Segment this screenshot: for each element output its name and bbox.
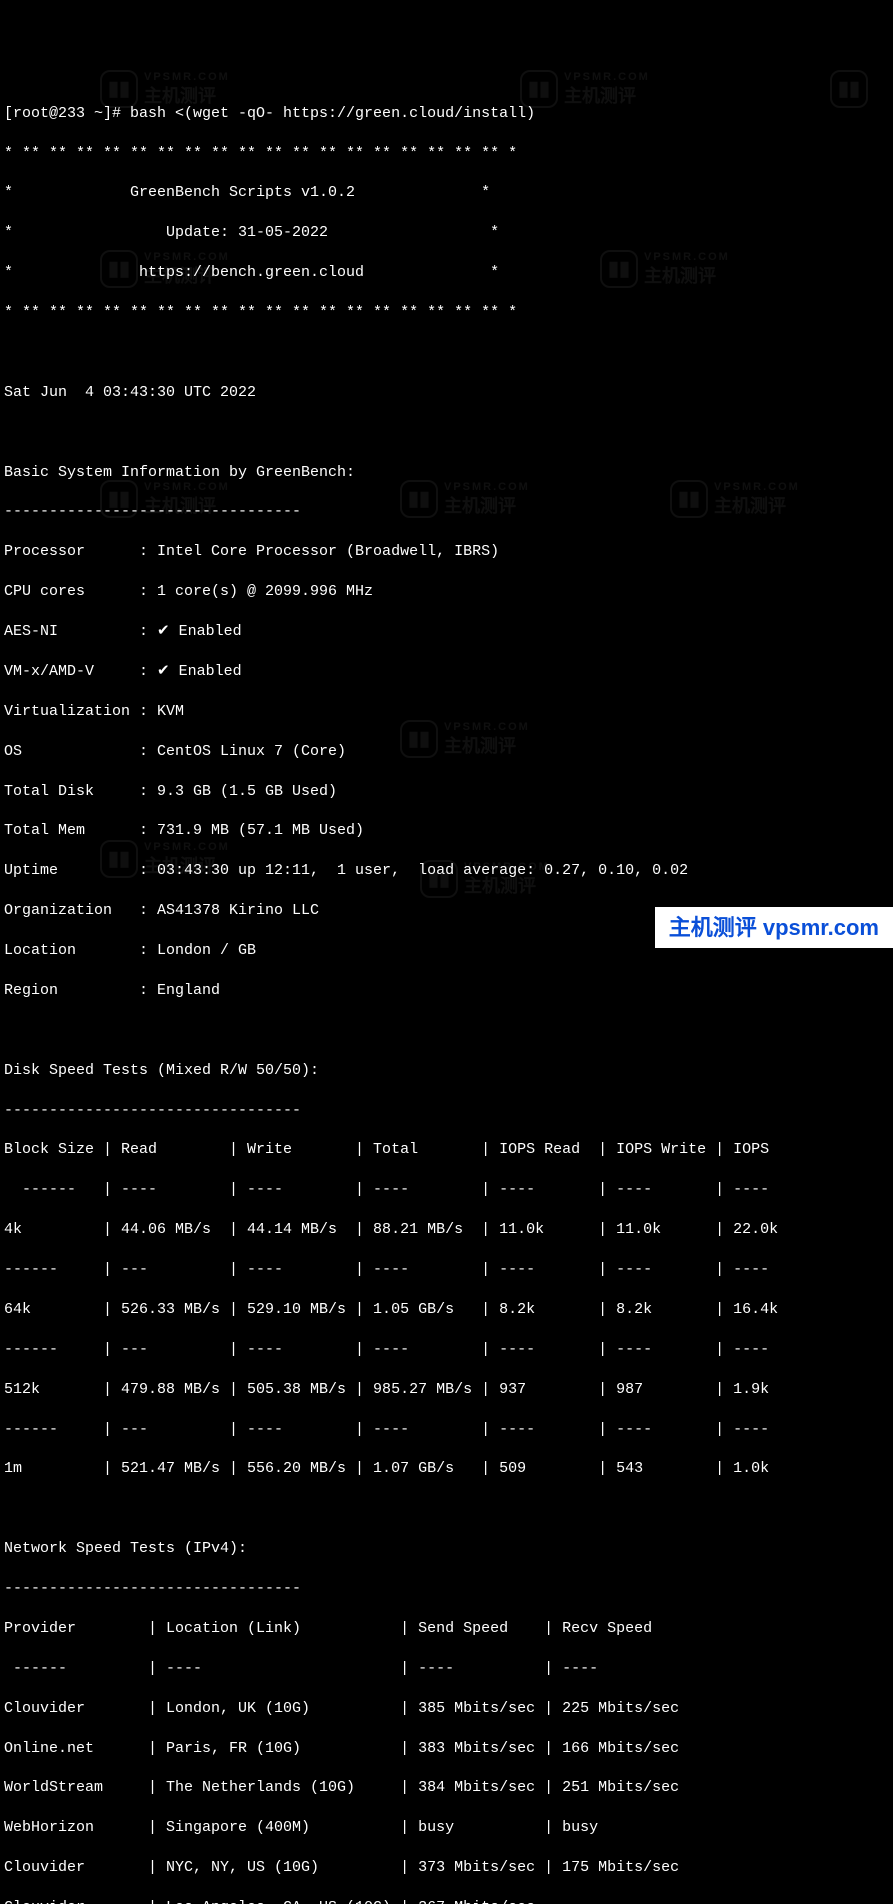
banner-url: * https://bench.green.cloud * [4, 263, 889, 283]
disk-header: Disk Speed Tests (Mixed R/W 50/50): [4, 1061, 889, 1081]
sysinfo-os: OS : CentOS Linux 7 (Core) [4, 742, 889, 762]
net-sep: --------------------------------- [4, 1579, 889, 1599]
disk-columns-sep: ------ | ---- | ---- | ---- | ---- | ---… [4, 1180, 889, 1200]
shell-prompt: [root@233 ~]# bash <(wget -qO- https://g… [4, 104, 889, 124]
source-badge: 主机测评 vpsmr.com [655, 907, 893, 948]
sysinfo-uptime: Uptime : 03:43:30 up 12:11, 1 user, load… [4, 861, 889, 881]
blank-line [4, 423, 889, 443]
net-columns-sep: ------ | ---- | ---- | ---- [4, 1659, 889, 1679]
disk-row-1m: 1m | 521.47 MB/s | 556.20 MB/s | 1.07 GB… [4, 1459, 889, 1479]
disk-columns: Block Size | Read | Write | Total | IOPS… [4, 1140, 889, 1160]
net-row: WebHorizon | Singapore (400M) | busy | b… [4, 1818, 889, 1838]
disk-row-512k: 512k | 479.88 MB/s | 505.38 MB/s | 985.2… [4, 1380, 889, 1400]
banner-update: * Update: 31-05-2022 * [4, 223, 889, 243]
blank-line [4, 1021, 889, 1041]
sysinfo-aesni: AES-NI : ✔ Enabled [4, 622, 889, 642]
net-row: Clouvider | NYC, NY, US (10G) | 373 Mbit… [4, 1858, 889, 1878]
disk-row-4k: 4k | 44.06 MB/s | 44.14 MB/s | 88.21 MB/… [4, 1220, 889, 1240]
sysinfo-region: Region : England [4, 981, 889, 1001]
blank-line [4, 1499, 889, 1519]
net-row: Clouvider | London, UK (10G) | 385 Mbits… [4, 1699, 889, 1719]
sysinfo-virt: Virtualization : KVM [4, 702, 889, 722]
sysinfo-processor: Processor : Intel Core Processor (Broadw… [4, 542, 889, 562]
datetime: Sat Jun 4 03:43:30 UTC 2022 [4, 383, 889, 403]
sysinfo-disk: Total Disk : 9.3 GB (1.5 GB Used) [4, 782, 889, 802]
disk-sep: --------------------------------- [4, 1101, 889, 1121]
net-row: Clouvider | Los Angeles, CA, US (10G) | … [4, 1898, 889, 1904]
banner-border-bottom: * ** ** ** ** ** ** ** ** ** ** ** ** **… [4, 303, 889, 323]
disk-row-64k: 64k | 526.33 MB/s | 529.10 MB/s | 1.05 G… [4, 1300, 889, 1320]
net-header: Network Speed Tests (IPv4): [4, 1539, 889, 1559]
sysinfo-vmx: VM-x/AMD-V : ✔ Enabled [4, 662, 889, 682]
banner-title: * GreenBench Scripts v1.0.2 * [4, 183, 889, 203]
disk-row-gap: ------ | --- | ---- | ---- | ---- | ----… [4, 1260, 889, 1280]
net-row: Online.net | Paris, FR (10G) | 383 Mbits… [4, 1739, 889, 1759]
sysinfo-cpu: CPU cores : 1 core(s) @ 2099.996 MHz [4, 582, 889, 602]
terminal-output: [root@233 ~]# bash <(wget -qO- https://g… [4, 84, 889, 1904]
sysinfo-header: Basic System Information by GreenBench: [4, 463, 889, 483]
sysinfo-mem: Total Mem : 731.9 MB (57.1 MB Used) [4, 821, 889, 841]
blank-line [4, 343, 889, 363]
net-row: WorldStream | The Netherlands (10G) | 38… [4, 1778, 889, 1798]
disk-row-gap: ------ | --- | ---- | ---- | ---- | ----… [4, 1340, 889, 1360]
net-columns: Provider | Location (Link) | Send Speed … [4, 1619, 889, 1639]
banner-border-top: * ** ** ** ** ** ** ** ** ** ** ** ** **… [4, 144, 889, 164]
disk-row-gap: ------ | --- | ---- | ---- | ---- | ----… [4, 1420, 889, 1440]
sysinfo-sep: --------------------------------- [4, 502, 889, 522]
